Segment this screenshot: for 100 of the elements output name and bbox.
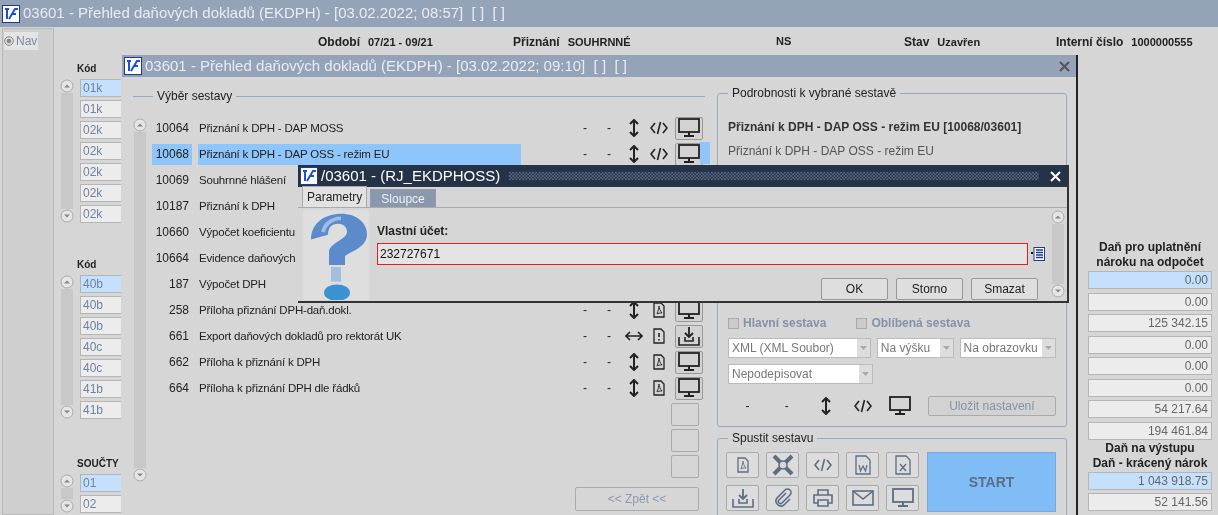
app-logo-icon [124, 57, 142, 75]
report-name[interactable]: Příloha k přiznání DPH dle řádků [198, 377, 521, 399]
scroll-up-icon[interactable] [1051, 210, 1065, 224]
dropdown-arrow-icon[interactable] [1045, 346, 1052, 350]
scroll-down-icon[interactable] [60, 209, 74, 223]
dialog-button[interactable]: Smazat [971, 278, 1038, 300]
account-input[interactable]: 232727671 [377, 243, 1028, 265]
dropdown[interactable]: Nepodepisovat [728, 364, 873, 384]
printer-icon [811, 488, 834, 508]
report-number[interactable]: 10069 [152, 169, 192, 191]
report-title: Přiznání k DPH - DAP OSS - režim EU [10068/03601] [728, 119, 1023, 136]
checkbox-label: Oblíbená sestava [871, 315, 971, 332]
export-button[interactable] [766, 452, 799, 478]
report-action-button[interactable] [675, 350, 703, 374]
report-number[interactable]: 258 [152, 299, 192, 321]
scroll-up-icon[interactable] [133, 118, 147, 132]
dropdown-arrow-icon[interactable] [862, 372, 869, 376]
scrollbar-track[interactable] [61, 488, 73, 499]
export-button[interactable] [726, 452, 759, 478]
value-cell: 1 043 918.75 [1088, 471, 1212, 490]
dropdown[interactable]: Na obrazovku [959, 338, 1056, 358]
export-button[interactable] [726, 485, 759, 511]
dialog-button[interactable]: Storno [896, 278, 963, 300]
value-cell: 0.00 [1088, 335, 1212, 354]
code-icon [854, 399, 873, 413]
dash-text: - [606, 302, 612, 319]
report-action-button[interactable] [675, 116, 703, 140]
report-name[interactable]: Export daňových dokladů pro rektorát UK [198, 325, 521, 347]
report-number[interactable]: 662 [152, 351, 192, 373]
report-number[interactable]: 10664 [152, 247, 192, 269]
dropdown[interactable]: XML (XML Soubor) [728, 338, 871, 358]
field-value: Uzavřen [937, 35, 981, 50]
export-button[interactable] [846, 485, 879, 511]
scroll-up-icon[interactable] [60, 474, 74, 488]
dropdown-arrow-icon[interactable] [859, 346, 867, 350]
dash-text: - [582, 328, 588, 345]
tab[interactable]: Parametry [302, 186, 368, 207]
scroll-up-icon[interactable] [60, 79, 74, 93]
checkbox[interactable] [856, 317, 868, 329]
report-number[interactable]: 661 [152, 325, 192, 347]
monitor-icon [678, 378, 700, 398]
field-label: Přiznání [513, 34, 560, 51]
field-label: Stav [904, 34, 930, 51]
selection-marker [700, 142, 710, 164]
dash-text: - [582, 120, 588, 137]
list-picker-icon[interactable] [1031, 247, 1045, 261]
field-label: Interní číslo [1056, 34, 1124, 51]
code-icon [813, 458, 832, 472]
export-button[interactable] [806, 485, 839, 511]
empty-button[interactable] [671, 429, 699, 452]
pdf-file-icon [653, 302, 665, 318]
envelope-icon [851, 490, 874, 506]
dash-text: - [606, 146, 612, 163]
vertical-arrow-icon [629, 379, 639, 397]
dash-text: - [582, 302, 588, 319]
scroll-down-icon[interactable] [60, 405, 74, 419]
report-number[interactable]: 10187 [152, 195, 192, 217]
download-tray-icon [678, 326, 700, 346]
scroll-down-icon[interactable] [60, 499, 74, 513]
report-action-button[interactable] [675, 324, 703, 348]
report-action-button[interactable] [675, 142, 703, 166]
report-name[interactable]: Přiznání k DPH - DAP OSS - režim EU [198, 143, 521, 165]
report-description: Přiznání k DPH - DAP OSS - režim EU [728, 143, 935, 160]
column-heading: nároku na odpočet [1096, 255, 1204, 270]
report-name[interactable]: Příloha přiznání DPH-daň.dokl. [198, 299, 521, 321]
monitor-icon [891, 488, 914, 508]
export-button[interactable] [886, 452, 919, 478]
report-number[interactable]: 10660 [152, 221, 192, 243]
checkbox[interactable] [728, 317, 739, 329]
vertical-arrow-icon [629, 353, 639, 371]
field-value: 07/21 - 09/21 [368, 35, 433, 50]
column-heading: Daň - krácený nárok [1092, 455, 1208, 471]
report-name[interactable]: Příloha k přiznání k DPH [198, 351, 521, 373]
window-title: /03601 - (RJ_EKDPHOSS) [321, 165, 501, 186]
crossed-tools-icon [771, 454, 794, 476]
value-cell: 125 342.15 [1088, 314, 1212, 332]
export-button[interactable] [766, 485, 799, 511]
scroll-down-icon[interactable] [1051, 284, 1065, 298]
report-number[interactable]: 187 [152, 273, 192, 295]
empty-button[interactable] [671, 455, 699, 478]
report-number[interactable]: 664 [152, 377, 192, 399]
pdf-file-icon [653, 380, 665, 396]
report-action-button[interactable] [675, 376, 703, 400]
column-heading: Kód [77, 62, 98, 76]
dropdown[interactable]: Na výšku [876, 338, 954, 358]
dialog-button[interactable]: OK [821, 278, 888, 300]
report-name[interactable]: Přiznání k DPH - DAP MOSS [198, 117, 521, 139]
scroll-down-icon[interactable] [133, 468, 147, 482]
report-number[interactable]: 10068 [152, 143, 192, 165]
export-button[interactable] [886, 485, 919, 511]
export-button[interactable] [806, 452, 839, 478]
download-tray-icon [731, 488, 754, 508]
scroll-up-icon[interactable] [60, 275, 74, 289]
report-number[interactable]: 10064 [152, 117, 192, 139]
export-button[interactable] [846, 452, 879, 478]
value-cell: 0.00 [1088, 271, 1212, 289]
document-info-icon [653, 328, 665, 344]
group-legend: Podrobnosti k vybrané sestavě [728, 85, 901, 101]
radio-icon[interactable] [4, 36, 14, 46]
dropdown-arrow-icon[interactable] [942, 346, 950, 350]
